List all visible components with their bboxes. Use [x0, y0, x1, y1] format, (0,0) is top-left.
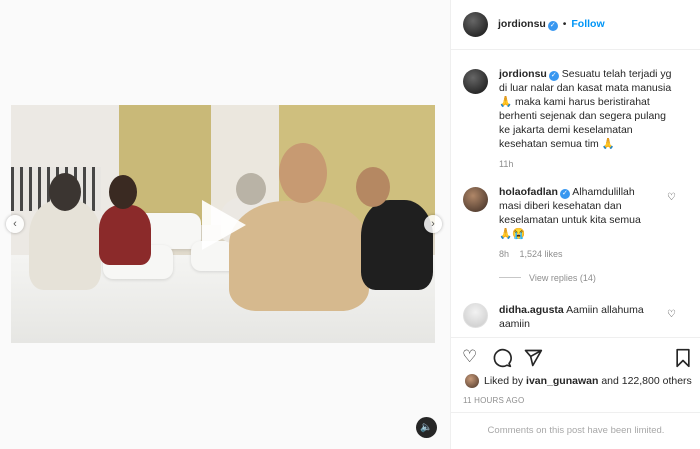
- play-icon[interactable]: [202, 200, 246, 250]
- caption-time[interactable]: 11h: [499, 159, 513, 169]
- video-person-head: [109, 175, 137, 209]
- video-person-head: [49, 173, 81, 211]
- commenter-avatar[interactable]: [463, 187, 488, 212]
- video-person: [361, 200, 433, 290]
- comment-line: Aamiin allahuma: [566, 304, 644, 316]
- caption-line: maka kami harus beristirahat: [515, 96, 650, 108]
- post-video[interactable]: [11, 105, 435, 343]
- comment-like-heart-icon[interactable]: ♡: [667, 192, 676, 203]
- caption-line: di luar nalar dan kasat mata manusia: [499, 82, 672, 94]
- commenter-avatar[interactable]: [463, 303, 488, 328]
- comment: holaofadlan ✓ Alhamdulillah masi diberi k…: [499, 185, 679, 241]
- comment-icon[interactable]: [492, 348, 512, 368]
- caption-author-avatar[interactable]: [463, 69, 488, 94]
- video-person: [99, 205, 151, 265]
- video-person-head: [279, 143, 327, 203]
- separator-dot: •: [562, 18, 567, 30]
- post-timestamp[interactable]: 11 HOURS AGO: [463, 396, 524, 405]
- comment-author[interactable]: holaofadlan: [499, 186, 558, 198]
- post-header: jordionsu ✓ • Follow: [451, 0, 700, 50]
- pray-emoji: 🙏: [499, 96, 513, 108]
- liker-avatar[interactable]: [465, 374, 479, 388]
- comment: didha.agusta Aamiin allahuma aamiin: [499, 303, 679, 331]
- speaker-icon[interactable]: 🔈: [416, 417, 437, 438]
- header-author-row: jordionsu ✓ • Follow: [498, 18, 605, 31]
- liked-by-user[interactable]: ivan_gunawan: [526, 375, 598, 387]
- comment-emojis: 🙏😭: [499, 228, 526, 240]
- author-username[interactable]: jordionsu: [498, 18, 546, 30]
- comment-meta: 8h 1,524 likes: [499, 249, 563, 259]
- comment-likes[interactable]: 1,524 likes: [520, 249, 563, 259]
- comment-line: Alhamdulillah: [572, 186, 635, 198]
- comment-line: aamiin: [499, 318, 530, 330]
- video-person: [229, 201, 369, 311]
- author-avatar[interactable]: [463, 12, 488, 37]
- post-side-panel: jordionsu ✓ • Follow jordionsu ✓ Sesuatu t…: [450, 0, 700, 449]
- caption: jordionsu ✓ Sesuatu telah terjadi yg di l…: [499, 67, 679, 151]
- caption-line: Sesuatu telah terjadi yg: [561, 68, 672, 80]
- verified-badge-icon: ✓: [559, 189, 570, 199]
- pray-emoji: 🙏: [601, 138, 615, 150]
- heart-icon[interactable]: ♡: [462, 347, 477, 367]
- view-replies-button[interactable]: View replies (14): [499, 273, 596, 283]
- caption-line: kesehatan semua tim: [499, 138, 599, 150]
- media-pane: ‹ › 🔈: [0, 0, 450, 449]
- comment-line: masi diberi kesehatan dan: [499, 200, 622, 212]
- caption-line: berhenti sejenak dan segera pulang: [499, 110, 666, 122]
- share-icon[interactable]: [523, 348, 543, 368]
- view-replies-label: View replies (14): [529, 273, 596, 283]
- chevron-left-icon[interactable]: ‹: [6, 215, 24, 233]
- verified-badge-icon: ✓: [548, 71, 559, 81]
- bookmark-icon[interactable]: [674, 348, 692, 368]
- verified-badge-icon: ✓: [547, 21, 558, 31]
- comment-line: keselamatan untuk kita semua: [499, 214, 641, 226]
- replies-divider: [499, 277, 521, 278]
- comment-time[interactable]: 8h: [499, 249, 509, 259]
- caption-line: ke jakarta demi keselamatan: [499, 124, 633, 136]
- caption-author[interactable]: jordionsu: [499, 68, 547, 80]
- liked-by-others[interactable]: and 122,800 others: [601, 375, 692, 387]
- likes-summary: Liked by ivan_gunawan and 122,800 others: [484, 375, 692, 387]
- video-person-head: [356, 167, 390, 207]
- comments-limited-notice: Comments on this post have been limited.: [451, 412, 700, 449]
- follow-button[interactable]: Follow: [571, 18, 604, 30]
- comments-list: jordionsu ✓ Sesuatu telah terjadi yg di l…: [451, 51, 700, 337]
- comment-like-heart-icon[interactable]: ♡: [667, 309, 676, 320]
- video-person: [29, 200, 101, 290]
- chevron-right-icon[interactable]: ›: [424, 215, 442, 233]
- liked-by-prefix: Liked by: [484, 375, 524, 387]
- comment-author[interactable]: didha.agusta: [499, 304, 564, 316]
